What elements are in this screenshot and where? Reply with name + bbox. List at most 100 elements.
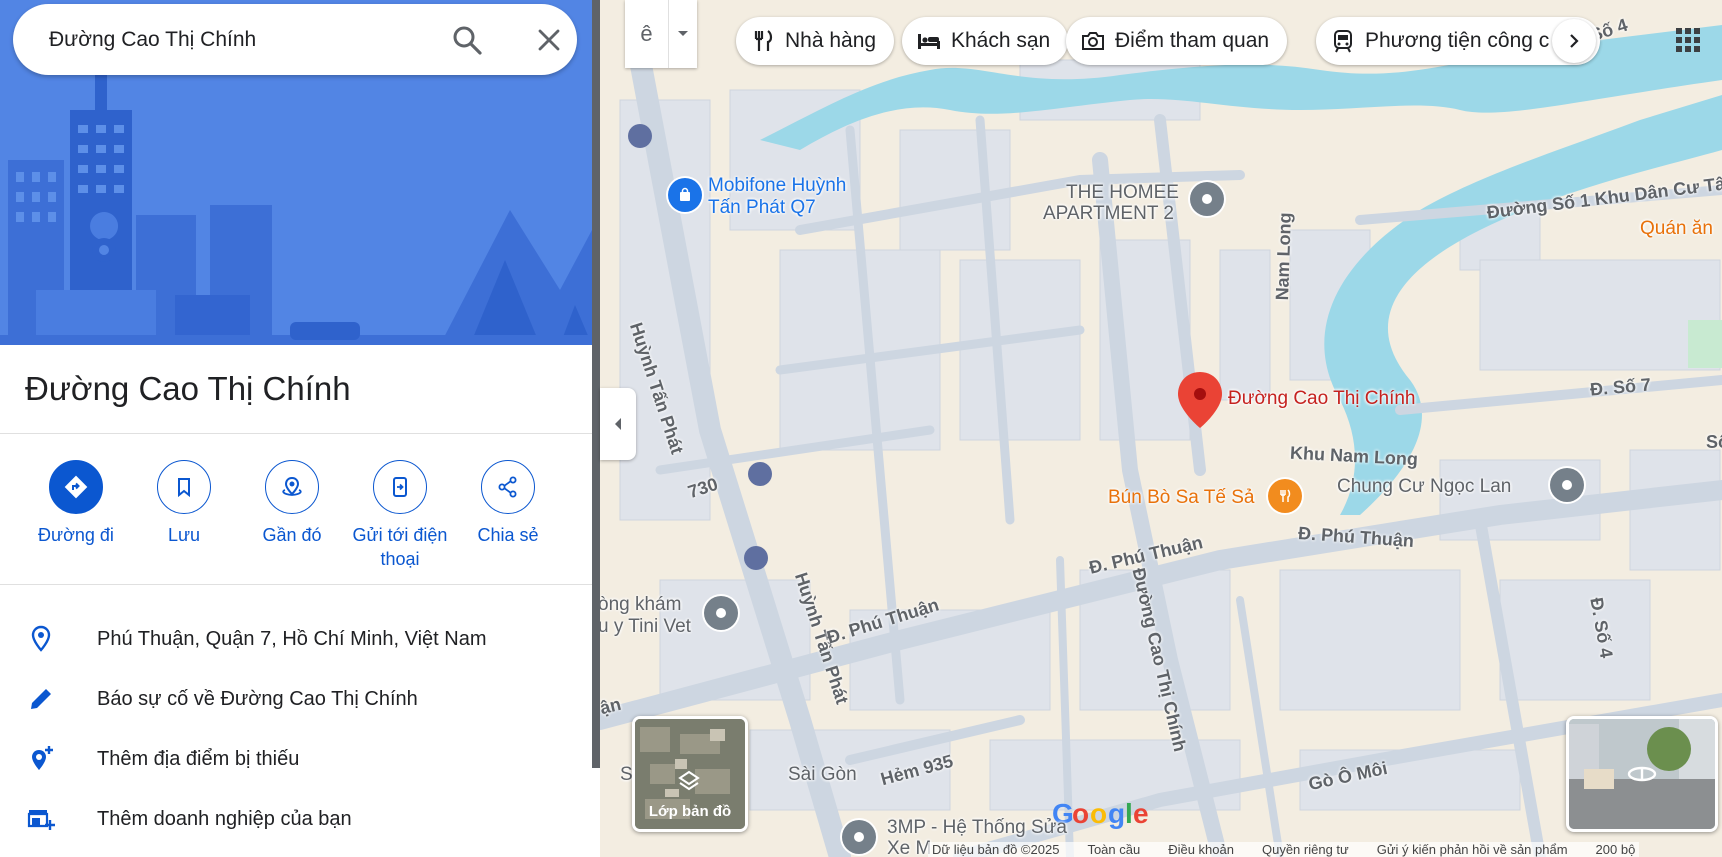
directions-label: Đường đi — [38, 525, 114, 545]
hotel-icon — [918, 34, 940, 49]
share-label: Chia sẻ — [477, 525, 539, 545]
poi-bun-bo-label[interactable]: Bún Bò Sa Tế Sả — [1108, 487, 1254, 509]
add-business-icon — [27, 810, 55, 830]
camera-icon — [1082, 32, 1104, 50]
building-pin-icon[interactable] — [1550, 468, 1584, 502]
save-button[interactable]: Lưu — [129, 460, 239, 547]
restaurant-icon — [754, 30, 773, 51]
footer-scale[interactable]: 200 bộ — [1596, 842, 1636, 857]
svg-text:g: g — [1108, 798, 1125, 829]
svg-text:l: l — [1125, 798, 1133, 829]
address-row[interactable]: Phú Thuận, Quận 7, Hồ Chí Minh, Việt Nam — [0, 614, 592, 664]
search-button[interactable] — [449, 22, 485, 58]
chip-restaurants[interactable]: Nhà hàng — [736, 17, 895, 65]
share-icon — [498, 476, 517, 498]
restaurant-pin-icon[interactable] — [1268, 479, 1302, 513]
street-so-right: Số — [1706, 432, 1722, 452]
caret-left-icon — [615, 418, 621, 430]
place-title: Đường Cao Thị Chính — [25, 370, 351, 407]
place-panel: Đường Cao Thị Chính Đường đi Lưu — [0, 0, 592, 857]
input-tool-dropdown[interactable] — [669, 0, 697, 68]
map-canvas[interactable]: G o o g l e Mobifone Huỳnh Tấn Phát Q7 T… — [600, 0, 1722, 857]
save-label: Lưu — [167, 525, 201, 545]
footer-feedback[interactable]: Gửi ý kiến phản hồi về sản phẩm — [1377, 842, 1568, 857]
poi-homee-label-2[interactable]: APARTMENT 2 — [1043, 203, 1174, 225]
selected-place-label[interactable]: Đường Cao Thị Chính — [1228, 388, 1415, 410]
send-to-phone-button[interactable]: Gửi tới điện thoại — [345, 460, 455, 571]
chip-transit-label: Phương tiện công c — [1365, 29, 1550, 52]
nearby-label: Gần đó — [262, 525, 322, 545]
poi-sai-gon-label[interactable]: Sài Gòn — [788, 764, 857, 786]
add-business-text: Thêm doanh nghiệp của bạn — [97, 808, 352, 830]
street-nam-long: Nam Long — [1272, 212, 1296, 301]
svg-text:e: e — [1133, 798, 1149, 829]
poi-s-label[interactable]: S — [620, 764, 633, 786]
location-pin-icon — [31, 625, 51, 652]
poi-3mp-label-2[interactable]: Xe M — [887, 838, 931, 857]
directions-icon — [64, 475, 88, 499]
send-to-phone-label: Gửi tới điện thoại — [352, 525, 448, 569]
poi-mobifone-label-2[interactable]: Tấn Phát Q7 — [708, 197, 816, 219]
poi-mobifone-label-1[interactable]: Mobifone Huỳnh — [708, 175, 846, 197]
divider — [0, 433, 592, 434]
collapse-panel-button[interactable] — [600, 388, 636, 460]
map-base: G o o g l e — [600, 0, 1722, 857]
building-pin-icon[interactable] — [842, 820, 876, 854]
report-issue-text: Báo sự cố về Đường Cao Thị Chính — [97, 688, 418, 710]
add-missing-place-row[interactable]: Thêm địa điểm bị thiếu — [0, 734, 592, 784]
address-text: Phú Thuận, Quận 7, Hồ Chí Minh, Việt Nam — [97, 628, 487, 650]
poi-3mp-label-1[interactable]: 3MP - Hệ Thống Sửa — [887, 817, 1067, 839]
directions-button[interactable]: Đường đi — [21, 460, 131, 547]
report-issue-row[interactable]: Báo sự cố về Đường Cao Thị Chính — [0, 674, 592, 724]
footer-terms[interactable]: Điều khoản — [1168, 842, 1234, 857]
chevron-down-icon — [678, 31, 688, 36]
chip-attractions[interactable]: Điểm tham quan — [1066, 17, 1288, 65]
poi-vet-label-1[interactable]: òng khám — [600, 594, 681, 616]
edit-pencil-icon — [31, 689, 51, 709]
rotate-360-icon — [1627, 766, 1657, 782]
building-pin-icon[interactable] — [1190, 182, 1224, 216]
divider — [0, 584, 592, 585]
poi-quan-an-label[interactable]: Quán ăn — [1640, 218, 1713, 240]
search-input[interactable] — [49, 26, 429, 54]
footer-global[interactable]: Toàn cầu — [1087, 842, 1140, 857]
send-to-phone-icon — [393, 477, 407, 497]
street-view-button[interactable] — [1566, 716, 1718, 832]
panel-scrollbar[interactable] — [592, 0, 600, 768]
add-missing-place-text: Thêm địa điểm bị thiếu — [97, 748, 300, 770]
poi-chung-cu-label[interactable]: Chung Cư Ngọc Lan — [1337, 476, 1511, 498]
map-layers-button[interactable]: Lớp bản đồ — [632, 716, 748, 832]
chip-hotels[interactable]: Khách sạn — [902, 17, 1069, 65]
search-icon — [453, 26, 482, 55]
chevron-right-icon — [1570, 34, 1579, 48]
footer-privacy[interactable]: Quyền riêng tư — [1262, 842, 1349, 857]
close-icon — [538, 29, 560, 51]
share-button[interactable]: Chia sẻ — [453, 460, 563, 547]
chip-restaurants-label: Nhà hàng — [785, 29, 877, 52]
poi-vet-label-2[interactable]: u y Tini Vet — [600, 616, 691, 638]
chip-hotels-label: Khách sạn — [951, 29, 1051, 52]
apps-grid-icon — [1676, 28, 1700, 52]
google-apps-button[interactable] — [1666, 18, 1710, 62]
chip-attractions-label: Điểm tham quan — [1115, 29, 1270, 52]
svg-text:o: o — [1072, 798, 1089, 829]
add-location-icon — [32, 746, 53, 770]
add-business-row[interactable]: Thêm doanh nghiệp của bạn — [0, 794, 592, 844]
nearby-button[interactable]: Gần đó — [237, 460, 347, 547]
shopping-bag-icon[interactable] — [668, 178, 702, 212]
building-pin-icon[interactable] — [704, 596, 738, 630]
input-tool-button[interactable]: ê — [625, 0, 669, 68]
layers-label: Lớp bản đồ — [648, 803, 732, 820]
google-maps-app: Đường Cao Thị Chính Đường đi Lưu — [0, 0, 1722, 857]
svg-text:o: o — [1090, 798, 1107, 829]
layers-icon — [678, 770, 700, 791]
bookmark-icon — [178, 478, 190, 498]
poi-homee-label-1[interactable]: THE HOMEE — [1066, 182, 1179, 204]
chips-next-button[interactable] — [1552, 19, 1596, 63]
footer-map-data[interactable]: Dữ liệu bản đồ ©2025 — [932, 842, 1059, 857]
nearby-icon — [282, 476, 302, 496]
clear-search-button[interactable] — [531, 22, 567, 58]
transit-icon — [1334, 30, 1352, 53]
search-box — [13, 4, 577, 75]
input-tools: ê — [625, 0, 697, 68]
